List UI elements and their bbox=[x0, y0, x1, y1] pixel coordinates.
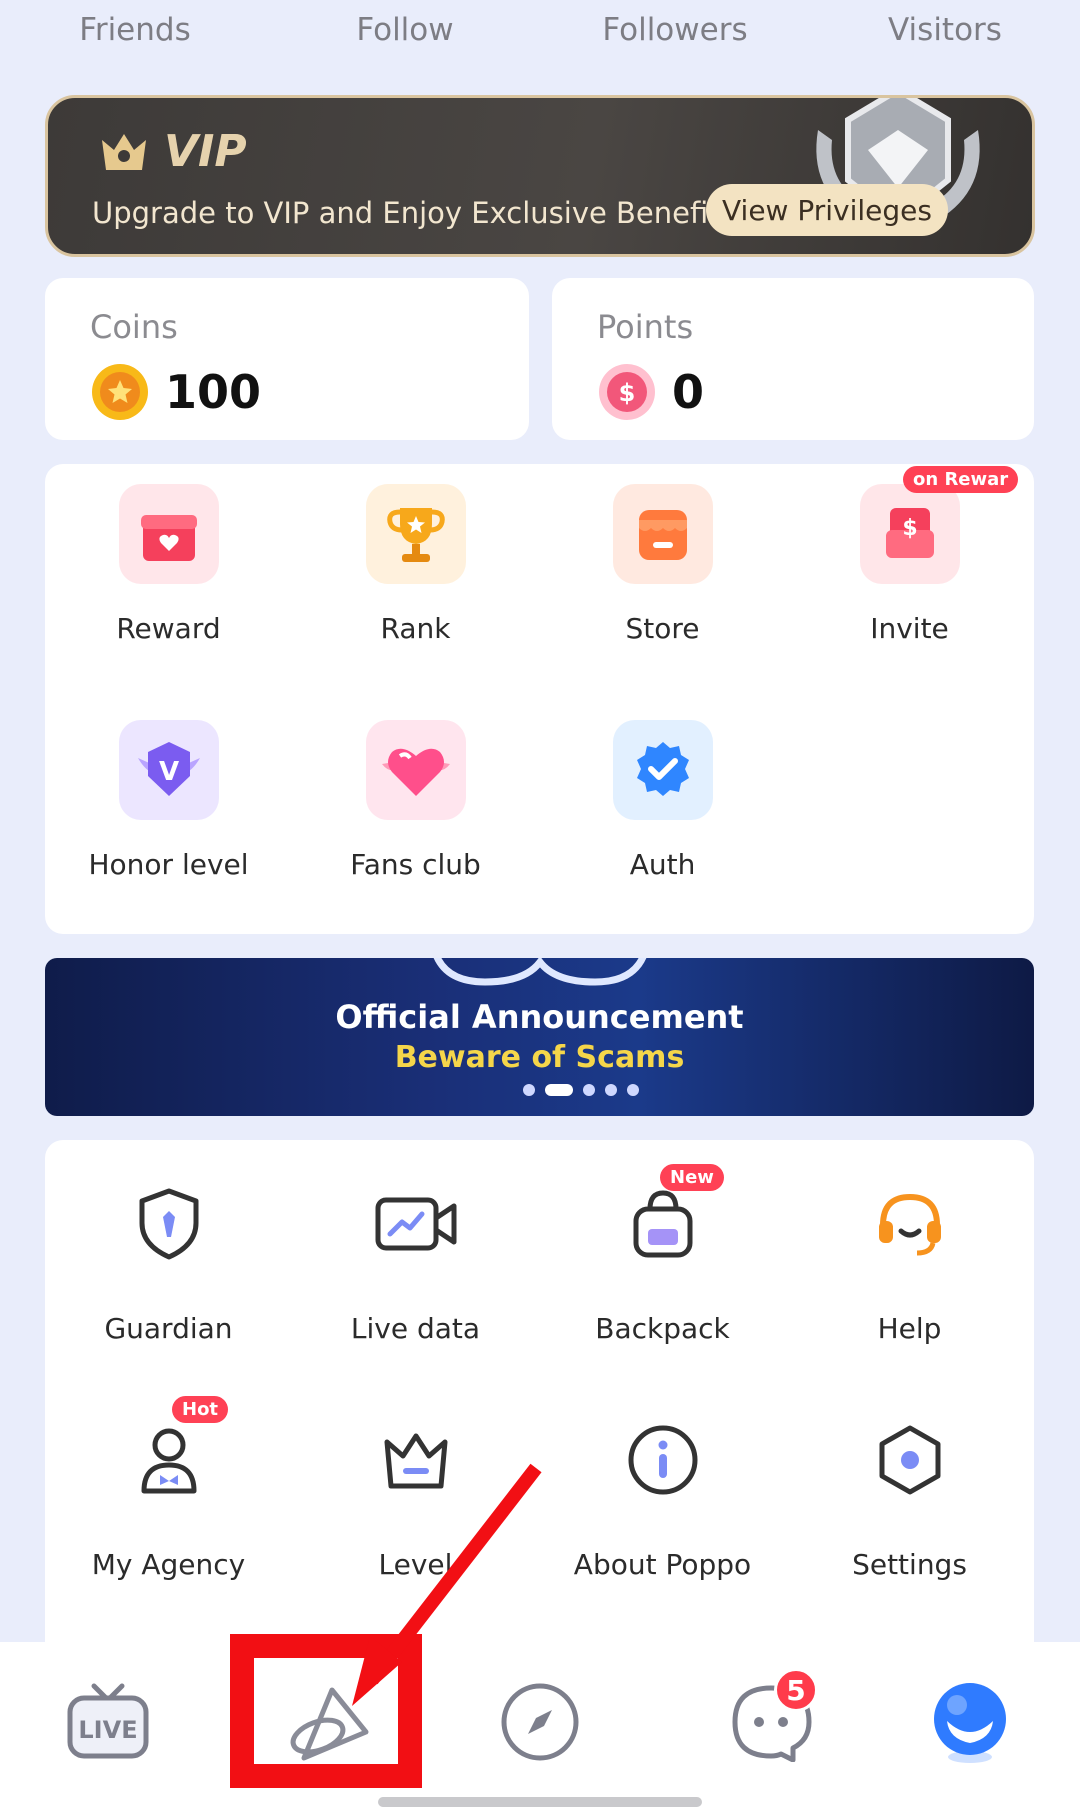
stat-followers[interactable]: Followers bbox=[540, 12, 810, 48]
messages-count-badge: 5 bbox=[774, 1668, 818, 1712]
vip-banner[interactable]: VIP Upgrade to VIP and Enjoy Exclusive B… bbox=[45, 95, 1035, 257]
live-tv-icon: LIVE bbox=[67, 1683, 149, 1759]
trophy-icon bbox=[365, 484, 466, 584]
live-label: LIVE bbox=[78, 1716, 137, 1744]
tool-label: Live data bbox=[350, 1312, 481, 1345]
vip-crown-icon bbox=[102, 133, 146, 170]
tools-panel: Guardian Live data Backpack New Help My … bbox=[45, 1140, 1034, 1660]
feature-fans-club[interactable]: Fans club bbox=[292, 720, 539, 881]
tool-label: My Agency bbox=[91, 1548, 246, 1581]
tool-label: Guardian bbox=[104, 1312, 233, 1345]
banner-subtitle: Beware of Scams bbox=[394, 1040, 685, 1075]
gift-icon bbox=[118, 484, 219, 584]
view-privileges-button[interactable]: View Privileges bbox=[706, 184, 948, 236]
avatar-mascot-icon bbox=[934, 1683, 1006, 1763]
pagination-dot-active[interactable] bbox=[545, 1084, 573, 1096]
feature-reward[interactable]: Reward bbox=[45, 484, 292, 645]
tool-label: Level bbox=[378, 1548, 453, 1581]
tool-help[interactable]: Help bbox=[786, 1174, 1033, 1345]
bottom-tab-bar: LIVE 5 bbox=[0, 1642, 1080, 1810]
vip-subtitle: Upgrade to VIP and Enjoy Exclusive Benef… bbox=[92, 196, 735, 230]
feature-label: Honor level bbox=[88, 848, 249, 881]
tab-me[interactable] bbox=[910, 1672, 1030, 1772]
announcement-banner[interactable]: Official Announcement Beware of Scams bbox=[45, 958, 1034, 1116]
honor-badge-icon: V bbox=[118, 720, 219, 820]
headset-icon bbox=[860, 1174, 960, 1274]
tool-about[interactable]: About Poppo bbox=[539, 1410, 786, 1581]
compass-icon bbox=[501, 1683, 579, 1761]
stat-follow[interactable]: Follow bbox=[270, 12, 540, 48]
svg-text:V: V bbox=[158, 757, 178, 787]
tab-messages[interactable]: 5 bbox=[712, 1668, 832, 1772]
tool-label: About Poppo bbox=[573, 1548, 752, 1581]
agency-hot-badge: Hot bbox=[172, 1396, 229, 1423]
feature-label: Store bbox=[625, 612, 700, 645]
crown-icon bbox=[366, 1410, 466, 1510]
heart-icon bbox=[365, 720, 466, 820]
points-value: 0 bbox=[672, 365, 705, 419]
stat-visitors[interactable]: Visitors bbox=[810, 12, 1080, 48]
feature-label: Auth bbox=[629, 848, 696, 881]
backpack-new-badge: New bbox=[660, 1164, 724, 1191]
points-icon: $ bbox=[599, 364, 655, 420]
banner-title: Official Announcement bbox=[335, 998, 744, 1036]
tab-live[interactable]: LIVE bbox=[48, 1672, 168, 1772]
feature-rank[interactable]: Rank bbox=[292, 484, 539, 645]
tab-explore[interactable] bbox=[480, 1672, 600, 1772]
points-label: Points bbox=[597, 308, 694, 346]
feature-label: Reward bbox=[116, 612, 221, 645]
feature-store[interactable]: Store bbox=[539, 484, 786, 645]
settings-icon bbox=[860, 1410, 960, 1510]
tool-my-agency[interactable]: My Agency bbox=[45, 1410, 292, 1581]
feature-honor-level[interactable]: V Honor level bbox=[45, 720, 292, 881]
home-indicator bbox=[378, 1797, 702, 1807]
tool-level[interactable]: Level bbox=[292, 1410, 539, 1581]
banner-shield-icon bbox=[433, 958, 647, 986]
tool-live-data[interactable]: Live data bbox=[292, 1174, 539, 1345]
profile-stats-row: Friends Follow Followers Visitors bbox=[0, 0, 1080, 60]
verified-icon bbox=[612, 720, 713, 820]
pagination-dot[interactable] bbox=[523, 1084, 535, 1096]
tool-settings[interactable]: Settings bbox=[786, 1410, 1033, 1581]
points-card[interactable]: Points $ 0 bbox=[552, 278, 1034, 440]
feature-label: Fans club bbox=[350, 848, 481, 881]
stat-friends[interactable]: Friends bbox=[0, 12, 270, 48]
feature-label: Rank bbox=[380, 612, 451, 645]
pagination-dot[interactable] bbox=[583, 1084, 595, 1096]
tool-guardian[interactable]: Guardian bbox=[45, 1174, 292, 1345]
tool-label: Help bbox=[877, 1312, 942, 1345]
vip-label: VIP bbox=[164, 126, 247, 177]
coin-icon bbox=[92, 364, 148, 420]
coins-card[interactable]: Coins 100 bbox=[45, 278, 529, 440]
agency-icon bbox=[119, 1410, 219, 1510]
banner-pagination[interactable] bbox=[523, 1084, 639, 1096]
red-envelope-icon: $ bbox=[859, 484, 960, 584]
feature-invite[interactable]: $ Invite bbox=[786, 484, 1033, 645]
svg-text:$: $ bbox=[902, 516, 917, 541]
highlight-box bbox=[230, 1634, 422, 1788]
tool-label: Settings bbox=[852, 1548, 967, 1581]
video-chart-icon bbox=[366, 1174, 466, 1274]
info-icon bbox=[613, 1410, 713, 1510]
vip-title: VIP bbox=[98, 126, 247, 177]
tool-backpack[interactable]: Backpack bbox=[539, 1174, 786, 1345]
coins-value: 100 bbox=[165, 365, 262, 419]
tool-label: Backpack bbox=[595, 1312, 730, 1345]
svg-text:$: $ bbox=[619, 379, 636, 407]
features-panel: Reward Rank Store $ Invite on Rewar V Ho… bbox=[45, 464, 1034, 934]
pagination-dot[interactable] bbox=[605, 1084, 617, 1096]
feature-label: Invite bbox=[870, 612, 949, 645]
pagination-dot[interactable] bbox=[627, 1084, 639, 1096]
invite-reward-badge: on Rewar bbox=[903, 466, 1019, 493]
coins-label: Coins bbox=[90, 308, 178, 346]
feature-auth[interactable]: Auth bbox=[539, 720, 786, 881]
shield-icon bbox=[119, 1174, 219, 1274]
store-icon bbox=[612, 484, 713, 584]
